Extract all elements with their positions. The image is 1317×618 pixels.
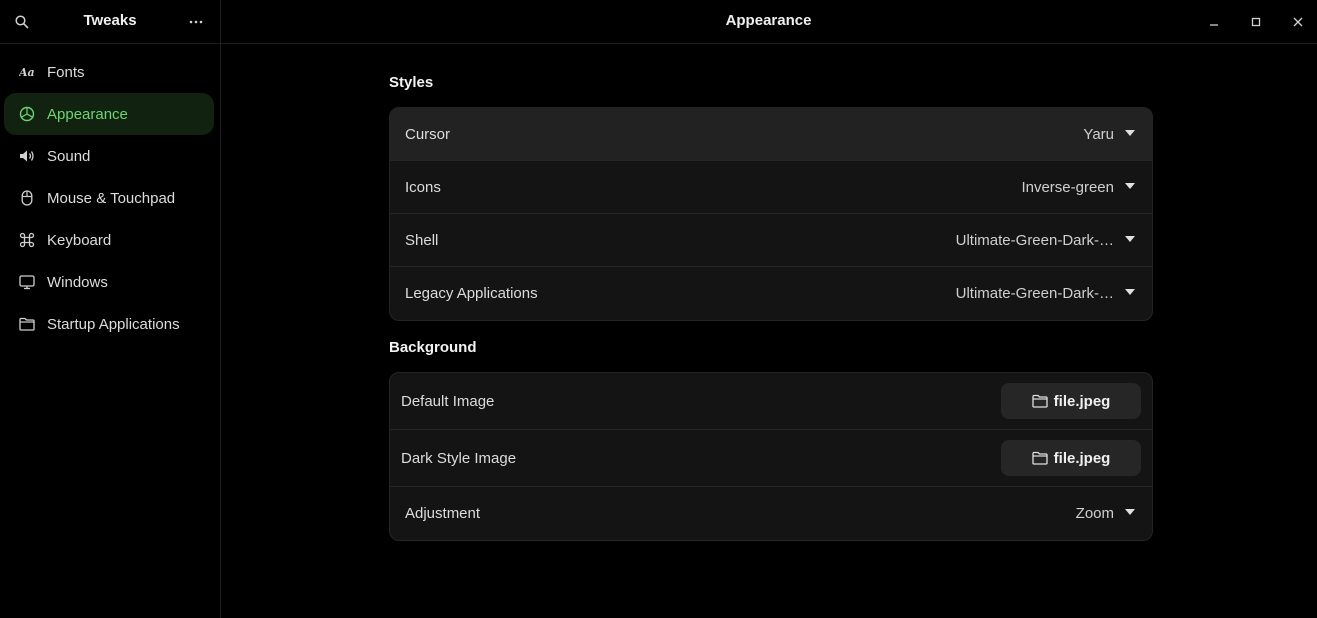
- more-icon[interactable]: [186, 12, 206, 32]
- chevron-down-icon[interactable]: [1125, 236, 1135, 242]
- shell-row[interactable]: Shell Ultimate-Green-Dark-…: [390, 214, 1152, 267]
- chevron-down-icon[interactable]: [1125, 289, 1135, 295]
- cursor-dropdown-value[interactable]: Yaru: [1083, 108, 1114, 160]
- row-label: Cursor: [405, 125, 451, 143]
- minimize-icon[interactable]: [1204, 12, 1224, 32]
- sidebar-item-sound[interactable]: Sound: [4, 135, 214, 177]
- windows-icon: [18, 273, 36, 291]
- adjustment-row[interactable]: Adjustment Zoom: [390, 487, 1152, 540]
- dark-style-image-row: Dark Style Image file.jpeg: [390, 430, 1152, 487]
- sidebar-item-label: Windows: [47, 273, 108, 291]
- folder-icon: [1032, 394, 1048, 408]
- row-label: Adjustment: [405, 505, 481, 522]
- sidebar-item-label: Keyboard: [47, 231, 112, 249]
- mouse-icon: [18, 189, 36, 207]
- default-image-file-button[interactable]: file.jpeg: [1001, 383, 1141, 419]
- row-label: Dark Style Image: [401, 449, 517, 467]
- row-label: Legacy Applications: [405, 285, 538, 302]
- legacy-applications-row[interactable]: Legacy Applications Ultimate-Green-Dark-…: [390, 267, 1152, 320]
- row-label: Default Image: [401, 392, 495, 410]
- sidebar-item-label: Sound: [47, 147, 91, 165]
- shell-dropdown-value[interactable]: Ultimate-Green-Dark-…: [956, 214, 1114, 266]
- adjustment-dropdown-value[interactable]: Zoom: [1076, 487, 1114, 540]
- icons-row[interactable]: Icons Inverse-green: [390, 161, 1152, 214]
- styles-section-title: Styles: [389, 74, 434, 91]
- background-card: Default Image file.jpeg Dark Style Image…: [389, 372, 1153, 541]
- row-label: Icons: [405, 178, 441, 196]
- icons-dropdown-value[interactable]: Inverse-green: [1021, 161, 1114, 213]
- sidebar-item-startup-applications[interactable]: Startup Applications: [4, 303, 214, 345]
- dark-style-image-file-button[interactable]: file.jpeg: [1001, 440, 1141, 476]
- sidebar-item-mouse-touchpad[interactable]: Mouse & Touchpad: [4, 177, 214, 219]
- background-section-title: Background: [389, 339, 477, 356]
- chevron-down-icon[interactable]: [1125, 183, 1135, 189]
- legacy-applications-dropdown-value[interactable]: Ultimate-Green-Dark-…: [956, 267, 1114, 320]
- page-title: Appearance: [725, 12, 812, 29]
- file-name: file.jpeg: [1053, 392, 1111, 410]
- sidebar-item-keyboard[interactable]: Keyboard: [4, 219, 214, 261]
- default-image-row: Default Image file.jpeg: [390, 373, 1152, 430]
- folder-icon: [18, 315, 36, 333]
- sidebar-item-appearance[interactable]: Appearance: [4, 93, 214, 135]
- sidebar-item-label: Startup Applications: [47, 315, 180, 333]
- sidebar-item-label: Appearance: [47, 105, 128, 123]
- header-bar: Tweaks Appearance: [0, 0, 1317, 44]
- file-name: file.jpeg: [1053, 449, 1111, 467]
- keyboard-icon: [18, 231, 36, 249]
- folder-icon: [1032, 451, 1048, 465]
- styles-card: Cursor Yaru Icons Inverse-green Shell Ul…: [389, 107, 1153, 321]
- row-label: Shell: [405, 231, 439, 249]
- tweaks-window: Tweaks Appearance Aa Fonts Appearance So…: [0, 0, 1317, 618]
- sidebar-item-fonts[interactable]: Aa Fonts: [4, 51, 214, 93]
- chevron-down-icon[interactable]: [1125, 130, 1135, 136]
- sidebar: Aa Fonts Appearance Sound Mouse & Touchp…: [0, 44, 220, 618]
- sidebar-item-windows[interactable]: Windows: [4, 261, 214, 303]
- sound-icon: [18, 147, 36, 165]
- maximize-icon[interactable]: [1246, 12, 1266, 32]
- svg-text:Aa: Aa: [19, 66, 35, 79]
- sidebar-divider: [220, 0, 221, 618]
- chevron-down-icon[interactable]: [1125, 509, 1135, 515]
- close-icon[interactable]: [1288, 12, 1308, 32]
- fonts-icon: Aa: [18, 63, 36, 81]
- sidebar-item-label: Mouse & Touchpad: [47, 189, 176, 207]
- cursor-row[interactable]: Cursor Yaru: [390, 108, 1152, 161]
- appearance-icon: [18, 105, 36, 123]
- sidebar-item-label: Fonts: [47, 63, 85, 81]
